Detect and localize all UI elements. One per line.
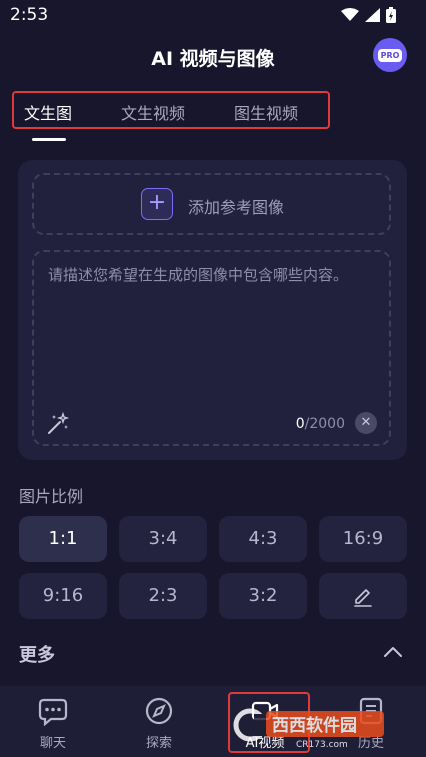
status-bar: 2:53	[0, 0, 426, 30]
nav-label-explore: 探索	[145, 736, 172, 751]
nav-item-explore[interactable]: 探索	[106, 686, 212, 757]
edit-icon	[354, 589, 372, 607]
tab-text-to-video[interactable]: 文生视频	[121, 100, 185, 124]
ratio-option-16-9[interactable]: 16:9	[319, 516, 407, 562]
magic-wand-icon[interactable]	[46, 412, 70, 436]
tab-active-indicator	[32, 138, 66, 141]
ratio-option-9-16[interactable]: 9:16	[19, 573, 107, 619]
character-count-max: /2000	[304, 416, 345, 432]
ratio-option-4-3[interactable]: 4:3	[219, 516, 307, 562]
pro-badge-label: PRO	[377, 48, 403, 62]
svg-text:CR173.com: CR173.com	[296, 740, 348, 750]
mode-tab-bar: 文生图 文生视频 图生视频	[12, 91, 330, 129]
prompt-placeholder: 请描述您希望在生成的图像中包含哪些内容。	[48, 266, 349, 284]
status-time: 2:53	[10, 5, 49, 25]
page-title: AI 视频与图像	[151, 48, 275, 70]
aspect-ratio-label: 图片比例	[19, 487, 84, 506]
chevron-up-icon[interactable]	[383, 643, 403, 659]
character-count-current: 0	[295, 416, 305, 432]
add-reference-image-button[interactable]: + 添加参考图像	[32, 173, 391, 235]
screen: 2:53 AI 视频与图像 PRO 文生图 文生视频 图生视频 + 添加参考图像…	[0, 0, 426, 757]
prompt-input[interactable]: 请描述您希望在生成的图像中包含哪些内容。 0/2000 ✕	[32, 250, 391, 446]
compass-icon	[145, 697, 173, 725]
tab-text-to-image[interactable]: 文生图	[24, 100, 72, 124]
ratio-option-2-3[interactable]: 2:3	[119, 573, 207, 619]
more-options-label[interactable]: 更多	[19, 641, 55, 667]
plus-icon: +	[141, 188, 173, 220]
add-reference-label: 添加参考图像	[188, 198, 285, 217]
title-bar: AI 视频与图像 PRO	[0, 36, 426, 76]
pro-button[interactable]: PRO	[373, 38, 407, 72]
watermark-logo: 西西软件园 CR173.com	[233, 708, 384, 750]
close-icon: ✕	[360, 415, 372, 430]
custom-ratio-button[interactable]	[319, 573, 407, 619]
chat-icon	[38, 698, 68, 726]
ratio-option-3-2[interactable]: 3:2	[219, 573, 307, 619]
battery-icon	[386, 7, 396, 23]
wifi-icon	[341, 8, 359, 21]
nav-label-chat: 聊天	[39, 736, 66, 751]
svg-text:西西软件园: 西西软件园	[272, 715, 357, 736]
signal-icon	[365, 8, 380, 22]
nav-item-chat[interactable]: 聊天	[0, 686, 106, 757]
ratio-option-3-4[interactable]: 3:4	[119, 516, 207, 562]
ratio-option-1-1[interactable]: 1:1	[19, 516, 107, 562]
clear-button[interactable]: ✕	[355, 412, 377, 434]
tab-image-to-video[interactable]: 图生视频	[234, 100, 298, 124]
character-counter: 0/2000	[296, 416, 345, 432]
input-card: + 添加参考图像 请描述您希望在生成的图像中包含哪些内容。 0/2000 ✕	[18, 160, 407, 460]
status-icons	[341, 7, 396, 23]
